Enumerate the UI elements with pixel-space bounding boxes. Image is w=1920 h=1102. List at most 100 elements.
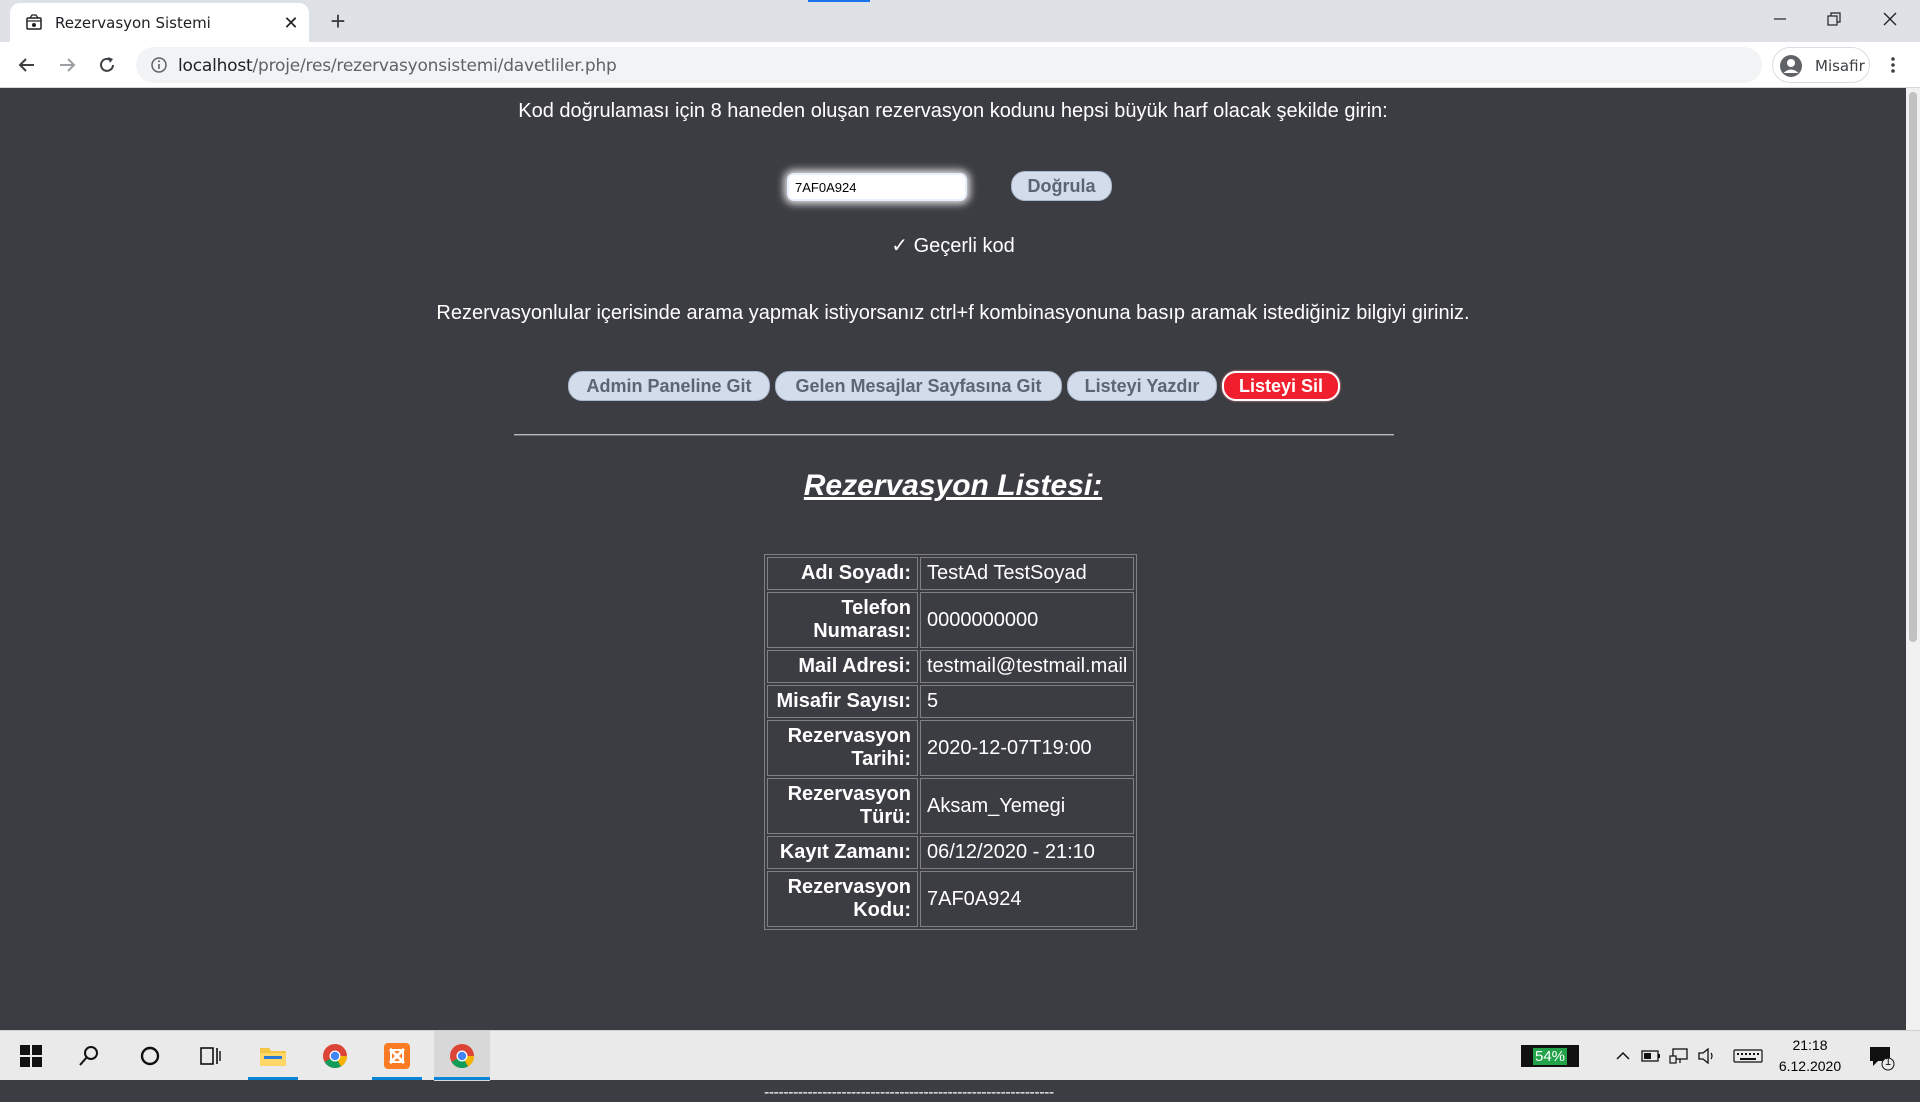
valid-code-message: ✓ Geçerli kod <box>891 235 1015 257</box>
browser-tab[interactable]: Rezervasyon Sistemi ✕ <box>10 3 309 42</box>
address-bar[interactable]: localhost/proje/res/rezervasyonsistemi/d… <box>136 47 1762 83</box>
reload-icon <box>100 57 114 72</box>
battery-percent-badge[interactable]: 54% <box>1521 1045 1579 1067</box>
table-row: Rezervasyon Türü: Aksam_Yemegi <box>767 778 1135 834</box>
delete-list-button[interactable]: Listeyi Sil <box>1222 371 1340 401</box>
profile-button[interactable]: Misafir <box>1772 47 1870 83</box>
field-value: 2020-12-07T19:00 <box>920 720 1135 776</box>
arrow-right-icon <box>60 58 76 72</box>
info-icon[interactable] <box>150 56 168 74</box>
separator-line: ----------------------------------------… <box>764 1084 1054 1101</box>
table-row: Mail Adresi: testmail@testmail.mail <box>767 650 1135 683</box>
clock-time: 21:18 <box>1792 1037 1828 1053</box>
windows-icon <box>20 1045 42 1067</box>
field-value: 5 <box>920 685 1135 718</box>
field-value: testmail@testmail.mail <box>920 650 1135 683</box>
close-icon <box>1883 12 1897 26</box>
forward-button[interactable] <box>52 50 82 80</box>
avatar-icon <box>1780 55 1802 77</box>
chrome-icon <box>323 1044 347 1069</box>
admin-panel-button[interactable]: Admin Paneline Git <box>568 371 770 401</box>
restore-icon <box>1827 12 1841 26</box>
network-tray-button[interactable] <box>1668 1045 1690 1067</box>
input-method-button[interactable] <box>1732 1045 1764 1067</box>
code-input[interactable] <box>787 173 967 201</box>
messages-page-button[interactable]: Gelen Mesajlar Sayfasına Git <box>775 371 1062 401</box>
print-list-button[interactable]: Listeyi Yazdır <box>1067 371 1217 401</box>
speaker-icon <box>1698 1048 1713 1064</box>
action-center-button[interactable]: 1 <box>1866 1041 1896 1071</box>
system-clock[interactable]: 21:18 6.12.2020 <box>1770 1035 1850 1077</box>
field-label: Misafir Sayısı: <box>767 685 918 718</box>
network-icon <box>1669 1048 1688 1064</box>
field-label: Mail Adresi: <box>767 650 918 683</box>
divider <box>514 434 1394 436</box>
search-hint: Rezervasyonlular içerisinde arama yapmak… <box>436 302 1470 324</box>
minimize-button[interactable] <box>1752 0 1808 38</box>
field-value: TestAd TestSoyad <box>920 557 1135 590</box>
loading-indicator <box>808 0 870 2</box>
field-value: 0000000000 <box>920 592 1135 648</box>
task-view-button[interactable] <box>185 1031 235 1081</box>
field-value: 06/12/2020 - 21:10 <box>920 836 1135 869</box>
clock-date: 6.12.2020 <box>1778 1058 1842 1074</box>
folder-icon <box>260 1048 286 1066</box>
xampp-icon <box>384 1043 410 1069</box>
restaurant-icon <box>26 14 42 30</box>
field-label: Kayıt Zamanı: <box>767 836 918 869</box>
search-button[interactable] <box>64 1031 114 1081</box>
task-view-icon <box>200 1047 221 1065</box>
page-scrollbar[interactable] <box>1906 88 1920 1030</box>
field-label: Rezervasyon Tarihi: <box>767 720 918 776</box>
code-instruction: Kod doğrulaması için 8 haneden oluşan re… <box>518 100 1388 122</box>
windows-taskbar: 54% 21:18 6.12.2020 1 <box>0 1030 1920 1081</box>
chrome-icon <box>450 1044 474 1069</box>
notification-icon <box>1870 1047 1895 1071</box>
chrome-active-taskbar-button[interactable] <box>434 1031 490 1081</box>
chevron-up-icon <box>1616 1051 1630 1060</box>
field-value: 7AF0A924 <box>920 871 1135 927</box>
back-button[interactable] <box>12 50 42 80</box>
table-row: Telefon Numarası: 0000000000 <box>767 592 1135 648</box>
field-value: Aksam_Yemegi <box>920 778 1135 834</box>
table-row: Adı Soyadı: TestAd TestSoyad <box>767 557 1135 590</box>
tab-strip: Rezervasyon Sistemi ✕ + <box>0 0 1920 42</box>
table-row: Rezervasyon Tarihi: 2020-12-07T19:00 <box>767 720 1135 776</box>
keyboard-icon <box>1733 1049 1763 1063</box>
minimize-icon <box>1774 18 1786 20</box>
table-row: Kayıt Zamanı: 06/12/2020 - 21:10 <box>767 836 1135 869</box>
field-label: Rezervasyon Kodu: <box>767 871 918 927</box>
battery-tray-button[interactable] <box>1640 1045 1662 1067</box>
browser-menu-button[interactable] <box>1878 50 1908 80</box>
scrollbar-thumb[interactable] <box>1909 92 1917 642</box>
xampp-taskbar-button[interactable] <box>372 1031 422 1081</box>
browser-toolbar: localhost/proje/res/rezervasyonsistemi/d… <box>0 42 1920 88</box>
close-tab-icon[interactable]: ✕ <box>280 12 302 34</box>
table-row: Rezervasyon Kodu: 7AF0A924 <box>767 871 1135 927</box>
verify-button[interactable]: Doğrula <box>1011 171 1112 201</box>
field-label: Telefon Numarası: <box>767 592 918 648</box>
arrow-left-icon <box>18 58 34 72</box>
page-title: Rezervasyon Listesi: <box>803 469 1103 502</box>
volume-tray-button[interactable] <box>1696 1045 1718 1067</box>
close-window-button[interactable] <box>1862 0 1918 38</box>
chrome-taskbar-button[interactable] <box>310 1031 360 1081</box>
new-tab-button[interactable]: + <box>323 6 353 36</box>
notification-count: 1 <box>1885 1056 1892 1068</box>
restore-button[interactable] <box>1806 0 1862 38</box>
cortana-button[interactable] <box>125 1031 175 1081</box>
start-button[interactable] <box>6 1031 56 1081</box>
search-icon <box>79 1046 98 1066</box>
tab-title: Rezervasyon Sistemi <box>55 14 211 32</box>
show-hidden-icons-button[interactable] <box>1612 1045 1634 1067</box>
file-explorer-button[interactable] <box>248 1031 298 1081</box>
reload-button[interactable] <box>92 50 122 80</box>
reservation-table: Adı Soyadı: TestAd TestSoyad Telefon Numar… <box>764 554 1138 930</box>
cortana-icon <box>140 1046 160 1066</box>
field-label: Rezervasyon Türü: <box>767 778 918 834</box>
table-row: Misafir Sayısı: 5 <box>767 685 1135 718</box>
page-content: Kod doğrulaması için 8 haneden oluşan re… <box>0 88 1906 1101</box>
url-text: localhost/proje/res/rezervasyonsistemi/d… <box>178 56 617 76</box>
profile-label: Misafir <box>1815 57 1865 75</box>
battery-icon <box>1641 1050 1660 1062</box>
